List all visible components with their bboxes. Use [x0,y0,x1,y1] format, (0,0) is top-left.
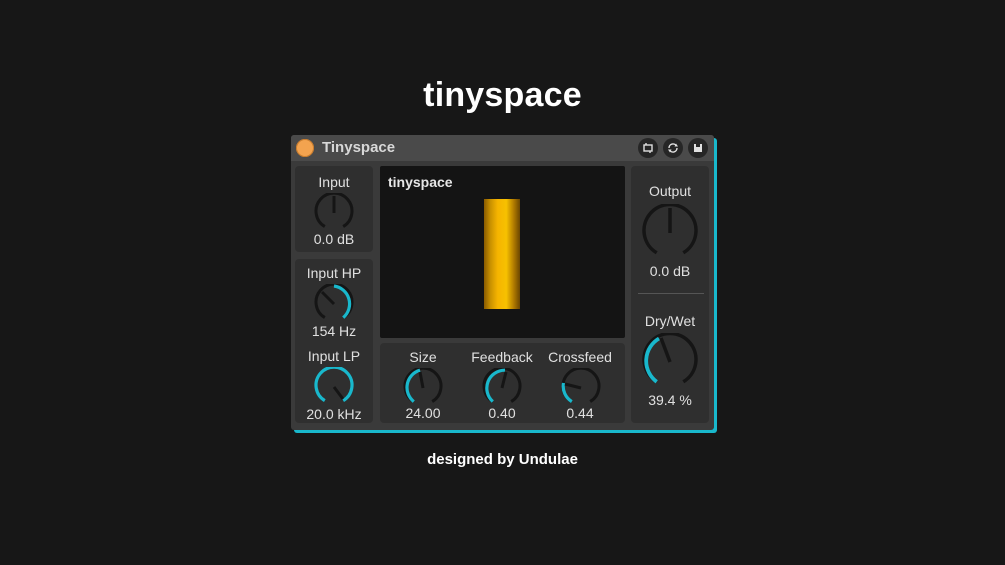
level-meter [484,199,520,309]
input-hp-knob[interactable] [314,284,354,324]
device-name: Tinyspace [322,139,396,156]
size-label: Size [409,349,437,365]
dry-wet-value: 39.4 % [648,392,692,408]
input-value: 0.0 dB [313,231,355,247]
input-hp-label: Input HP [306,265,362,281]
output-value: 0.0 dB [649,263,691,279]
reverb-display: tinyspace [380,166,625,338]
device-panel: Tinyspace Input 0.0 dB Input HP 154 Hz I… [291,135,714,430]
feedback-value: 0.40 [488,405,516,421]
reverb-params-section: Size 24.00 Feedback 0.40 Crossfeed 0.44 [380,343,625,423]
refresh-icon[interactable] [663,138,683,158]
dry-wet-label: Dry/Wet [644,313,696,329]
input-section: Input 0.0 dB [295,166,373,252]
save-icon[interactable] [688,138,708,158]
device-title-bar[interactable]: Tinyspace [291,135,714,161]
hot-swap-icon[interactable] [638,138,658,158]
input-label: Input [318,174,350,190]
crossfeed-label: Crossfeed [548,349,612,365]
page-title: tinyspace [423,76,582,114]
crossfeed-value: 0.44 [566,405,594,421]
output-section: Output 0.0 dB Dry/Wet 39.4 % [631,166,709,423]
input-knob[interactable] [314,193,354,233]
size-value: 24.00 [405,405,441,421]
input-hp-value: 154 Hz [311,323,357,339]
feedback-knob[interactable] [482,368,522,408]
display-title: tinyspace [388,174,453,190]
output-knob[interactable] [641,204,699,262]
input-lp-label: Input LP [307,348,361,364]
credit-text: designed by Undulae [427,451,578,468]
output-divider [638,293,704,294]
size-knob[interactable] [403,368,443,408]
output-label: Output [648,183,692,199]
feedback-label: Feedback [471,349,533,365]
power-toggle[interactable] [296,139,314,157]
dry-wet-knob[interactable] [641,333,699,391]
crossfeed-knob[interactable] [561,368,601,408]
input-lp-knob[interactable] [314,367,354,407]
filter-section: Input HP 154 Hz Input LP 20.0 kHz [295,259,373,423]
input-lp-value: 20.0 kHz [306,406,362,422]
